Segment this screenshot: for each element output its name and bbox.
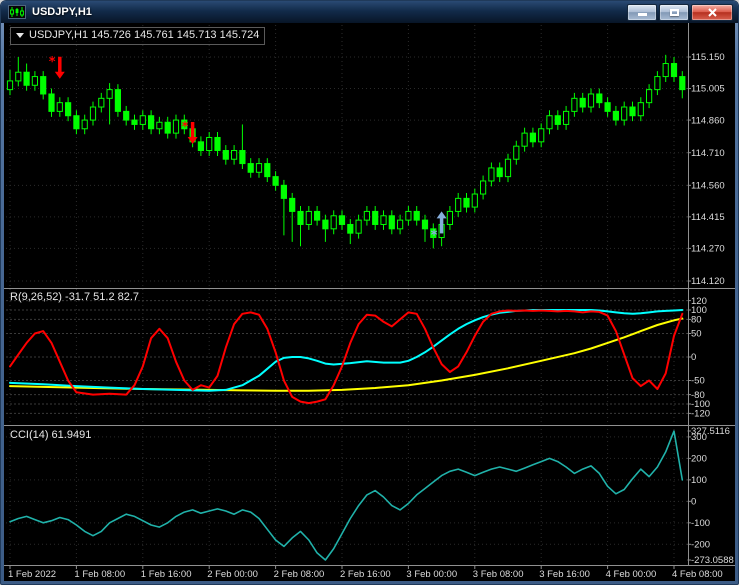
svg-text:-200: -200 bbox=[691, 539, 710, 550]
indicator2-label: CCI(14) 61.9491 bbox=[10, 429, 92, 441]
svg-text:4 Feb 08:00: 4 Feb 08:00 bbox=[672, 569, 723, 580]
chart-app-icon bbox=[8, 5, 26, 19]
signal-star-icon: * bbox=[182, 120, 189, 135]
svg-text:2 Feb 16:00: 2 Feb 16:00 bbox=[340, 569, 391, 580]
svg-text:115.150: 115.150 bbox=[691, 52, 725, 63]
svg-text:114.710: 114.710 bbox=[691, 148, 725, 159]
svg-text:114.270: 114.270 bbox=[691, 244, 725, 255]
svg-text:114.560: 114.560 bbox=[691, 181, 725, 192]
symbol-ohlc-label: USDJPY,H1 145.726 145.761 145.713 145.72… bbox=[10, 27, 266, 45]
svg-text:100: 100 bbox=[691, 475, 707, 486]
title-bar[interactable]: USDJPY,H1 bbox=[1, 1, 738, 23]
svg-text:4 Feb 00:00: 4 Feb 00:00 bbox=[606, 569, 657, 580]
svg-text:0: 0 bbox=[691, 352, 696, 363]
svg-text:2 Feb 00:00: 2 Feb 00:00 bbox=[207, 569, 258, 580]
svg-text:2 Feb 08:00: 2 Feb 08:00 bbox=[274, 569, 325, 580]
svg-text:80: 80 bbox=[691, 315, 702, 326]
maximize-button[interactable] bbox=[659, 3, 689, 21]
svg-text:300: 300 bbox=[691, 432, 707, 443]
chart-client-area[interactable]: * * * 115.150 115.005 114.860 114.710 114.560 11… bbox=[4, 23, 735, 581]
svg-text:0: 0 bbox=[691, 497, 696, 508]
svg-text:114.120: 114.120 bbox=[691, 276, 725, 287]
svg-text:-273.0588: -273.0588 bbox=[691, 555, 734, 566]
svg-text:-100: -100 bbox=[691, 518, 710, 529]
maximize-icon bbox=[669, 8, 679, 16]
minimize-button[interactable] bbox=[627, 3, 657, 21]
signal-star-icon: * bbox=[49, 55, 56, 70]
minimize-icon bbox=[637, 13, 647, 16]
svg-text:114.860: 114.860 bbox=[691, 115, 725, 126]
window-title: USDJPY,H1 bbox=[32, 6, 92, 18]
svg-text:3 Feb 16:00: 3 Feb 16:00 bbox=[539, 569, 590, 580]
svg-text:115.005: 115.005 bbox=[691, 84, 725, 95]
svg-text:114.415: 114.415 bbox=[691, 212, 725, 223]
symbol-ohlc-text: USDJPY,H1 145.726 145.761 145.713 145.72… bbox=[29, 29, 260, 41]
collapse-chart-icon[interactable] bbox=[16, 33, 24, 38]
svg-text:-50: -50 bbox=[691, 376, 705, 387]
chart-window: USDJPY,H1 * * * 115.150 115.005 114.860 114.71… bbox=[0, 0, 739, 585]
svg-text:1 Feb 2022: 1 Feb 2022 bbox=[8, 569, 56, 580]
close-icon bbox=[707, 7, 717, 17]
indicator1-label: R(9,26,52) -31.7 51.2 82.7 bbox=[10, 291, 140, 303]
svg-text:1 Feb 16:00: 1 Feb 16:00 bbox=[141, 569, 192, 580]
signal-star-icon: * bbox=[431, 228, 438, 243]
svg-text:3 Feb 08:00: 3 Feb 08:00 bbox=[473, 569, 524, 580]
svg-text:200: 200 bbox=[691, 454, 707, 465]
svg-text:50: 50 bbox=[691, 329, 702, 340]
svg-text:3 Feb 00:00: 3 Feb 00:00 bbox=[406, 569, 457, 580]
svg-text:1 Feb 08:00: 1 Feb 08:00 bbox=[74, 569, 125, 580]
window-controls bbox=[627, 3, 733, 21]
close-button[interactable] bbox=[691, 3, 733, 21]
svg-text:-120: -120 bbox=[691, 409, 710, 420]
